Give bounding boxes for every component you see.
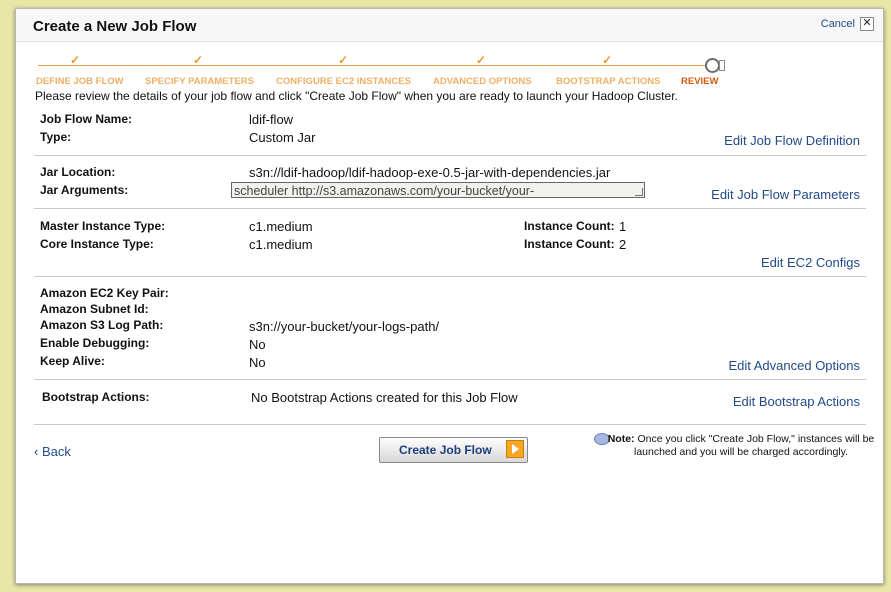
create-job-flow-dialog: Create a New Job Flow Cancel ✕ ✓ ✓ ✓ ✓ ✓… <box>15 8 884 584</box>
note-label: Note: <box>607 433 635 445</box>
core-instance-count-value: 2 <box>619 237 627 252</box>
edit-advanced-options-link[interactable]: Edit Advanced Options <box>728 358 860 373</box>
step-advanced-options: ADVANCED OPTIONS <box>433 76 532 87</box>
resize-handle-icon[interactable] <box>635 188 643 196</box>
enable-debugging-label: Enable Debugging: <box>40 336 150 350</box>
dialog-titlebar: Create a New Job Flow Cancel ✕ <box>16 9 883 42</box>
subnet-id-label: Amazon Subnet Id: <box>40 302 149 316</box>
core-instance-type-value: c1.medium <box>249 237 313 252</box>
check-icon: ✓ <box>476 53 487 67</box>
enable-debugging-value: No <box>249 337 266 352</box>
step-configure-ec2-instances: CONFIGURE EC2 INSTANCES <box>276 76 411 87</box>
type-value: Custom Jar <box>249 130 316 145</box>
key-pair-label: Amazon EC2 Key Pair: <box>40 286 169 300</box>
job-flow-section: Job Flow Name: ldif-flow Type: Custom Ja… <box>34 109 866 155</box>
bootstrap-actions-value: No Bootstrap Actions created for this Jo… <box>251 390 518 405</box>
master-instance-type-label: Master Instance Type: <box>40 219 166 233</box>
note-text: Once you click "Create Job Flow," instan… <box>633 433 875 458</box>
jar-location-label: Jar Location: <box>40 165 116 179</box>
edit-ec2-configs-link[interactable]: Edit EC2 Configs <box>761 255 860 270</box>
log-path-label: Amazon S3 Log Path: <box>40 318 164 332</box>
job-flow-name-value: ldif-flow <box>249 112 294 127</box>
launch-charge-note: Note: Once you click "Create Job Flow," … <box>606 433 876 459</box>
edit-job-flow-parameters-link[interactable]: Edit Job Flow Parameters <box>711 187 860 202</box>
check-icon: ✓ <box>602 53 613 67</box>
jar-location-value: s3n://ldif-hadoop/ldif-hadoop-exe-0.5-ja… <box>249 165 611 180</box>
create-job-flow-button[interactable]: Create Job Flow <box>379 437 528 463</box>
advanced-section: Amazon EC2 Key Pair: Amazon Subnet Id: A… <box>34 277 866 379</box>
intro-text: Please review the details of your job fl… <box>35 89 678 103</box>
edit-bootstrap-actions-link[interactable]: Edit Bootstrap Actions <box>733 394 860 409</box>
check-icon: ✓ <box>338 53 349 67</box>
step-end-marker <box>719 60 725 71</box>
create-job-flow-label: Create Job Flow <box>399 443 492 457</box>
master-instance-count-label: Instance Count: <box>524 219 615 233</box>
arrow-right-icon <box>506 440 524 458</box>
dialog-title: Create a New Job Flow <box>33 18 197 35</box>
job-flow-name-label: Job Flow Name: <box>40 112 133 126</box>
jar-arguments-text: scheduler http://s3.amazonaws.com/your-b… <box>234 184 535 198</box>
check-icon: ✓ <box>70 53 81 67</box>
core-instance-type-label: Core Instance Type: <box>40 237 154 251</box>
close-icon[interactable]: ✕ <box>860 17 874 31</box>
keep-alive-value: No <box>249 355 266 370</box>
back-link[interactable]: ‹ Back <box>34 444 71 459</box>
bootstrap-actions-label: Bootstrap Actions: <box>42 390 150 404</box>
core-instance-count-label: Instance Count: <box>524 237 615 251</box>
log-path-value: s3n://your-bucket/your-logs-path/ <box>249 319 440 334</box>
current-step-icon <box>705 58 720 73</box>
master-instance-count-value: 1 <box>619 219 627 234</box>
jar-arguments-field[interactable]: scheduler http://s3.amazonaws.com/your-b… <box>231 182 645 198</box>
step-review: REVIEW <box>681 76 719 87</box>
wizard-steps: ✓ ✓ ✓ ✓ ✓ DEFINE JOB FLOW SPECIFY PARAME… <box>34 53 725 89</box>
jar-arguments-label: Jar Arguments: <box>40 183 129 197</box>
step-define-job-flow: DEFINE JOB FLOW <box>36 76 124 87</box>
step-specify-parameters: SPECIFY PARAMETERS <box>145 76 254 87</box>
cancel-link[interactable]: Cancel <box>821 18 855 30</box>
keep-alive-label: Keep Alive: <box>40 354 105 368</box>
bootstrap-section: Bootstrap Actions: No Bootstrap Actions … <box>34 380 866 424</box>
cancel-area: Cancel ✕ <box>821 17 874 31</box>
divider <box>34 424 866 425</box>
master-instance-type-value: c1.medium <box>249 219 313 234</box>
edit-job-flow-definition-link[interactable]: Edit Job Flow Definition <box>724 133 860 148</box>
ec2-section: Master Instance Type: c1.medium Instance… <box>34 209 866 276</box>
check-icon: ✓ <box>193 53 204 67</box>
step-bootstrap-actions: BOOTSTRAP ACTIONS <box>556 76 661 87</box>
type-label: Type: <box>40 130 72 144</box>
